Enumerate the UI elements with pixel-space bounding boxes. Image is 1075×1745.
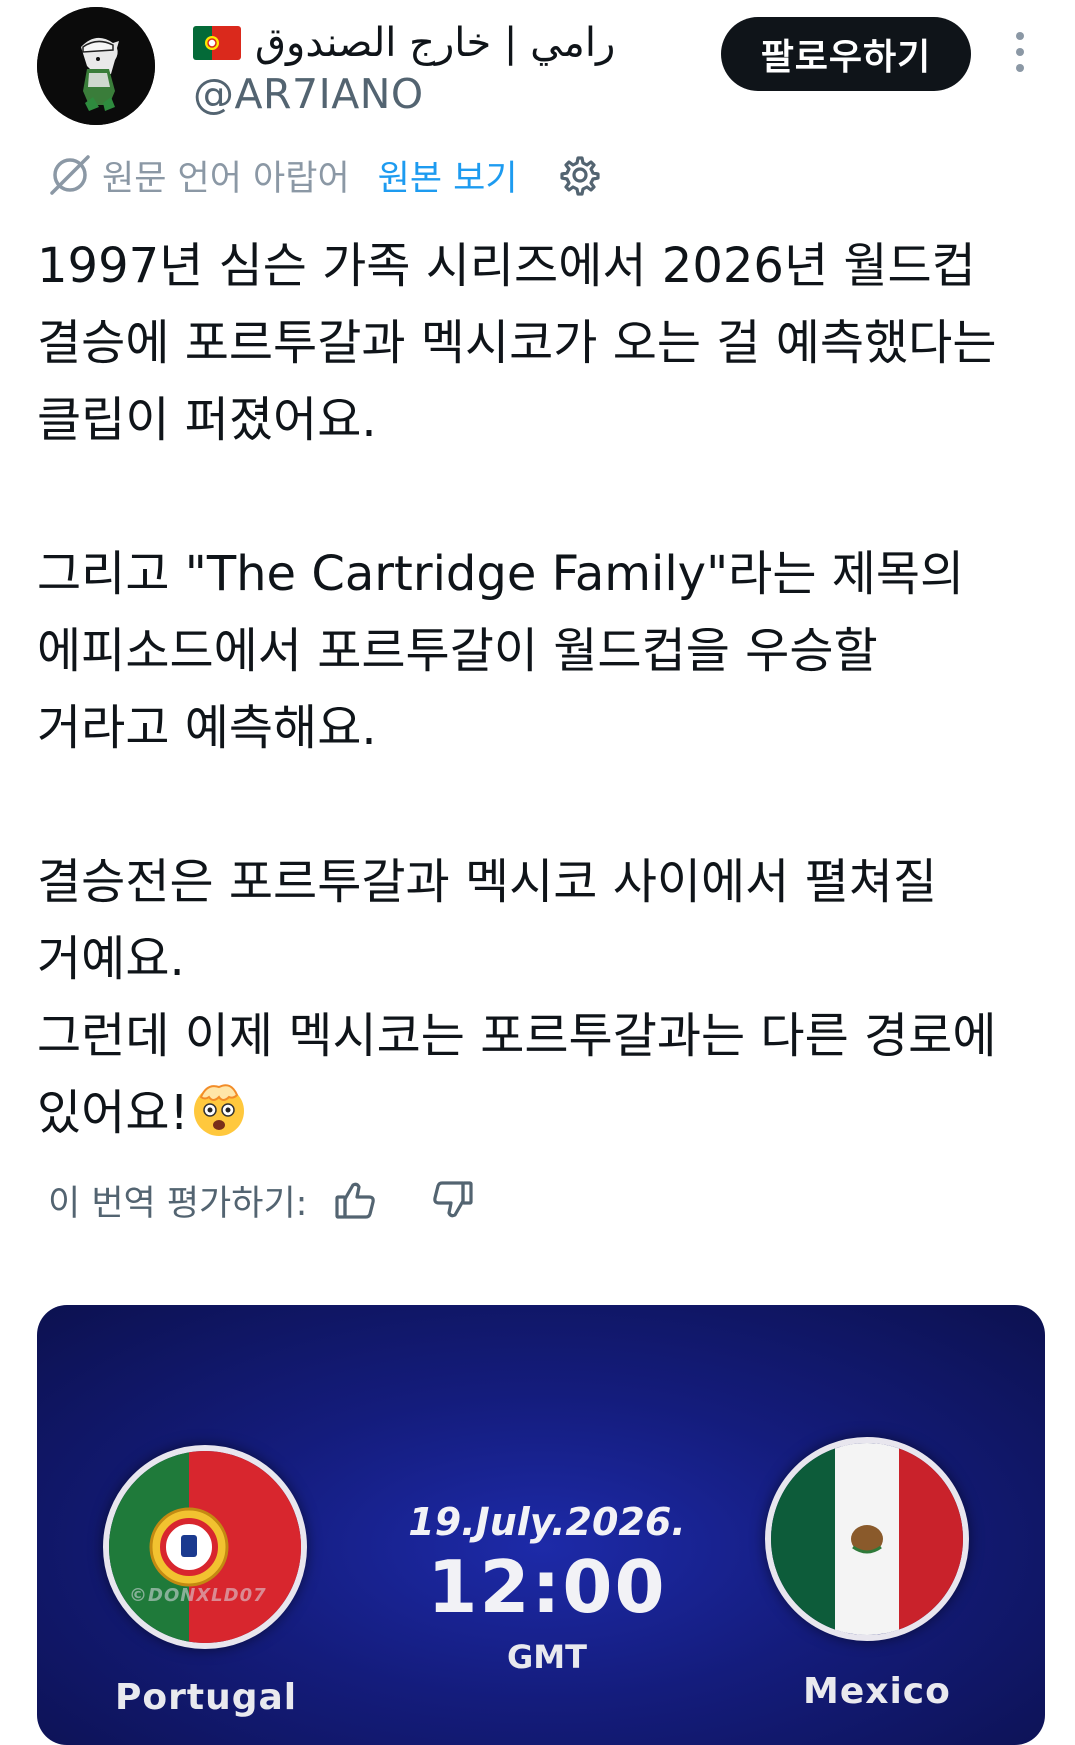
match-time: 12:00: [427, 1545, 667, 1629]
author-name-text: رامي | خارج الصندوق: [255, 20, 616, 66]
tweet-paragraph-1: 1997년 심슨 가족 시리즈에서 2026년 월드컵 결승에 포르투갈과 멕시…: [37, 238, 997, 448]
match-date: 19.July.2026.: [408, 1500, 686, 1544]
watermark-text: ©DONXLD07: [129, 1585, 267, 1606]
team-right-label: Mexico: [803, 1671, 951, 1712]
tweet-paragraph-3-text: 결승전은 포르투갈과 멕시코 사이에서 펼쳐질 거예요. 그런데 이제 멕시코는…: [37, 854, 997, 1141]
portugal-flag-icon: [193, 26, 241, 60]
gear-icon[interactable]: [558, 153, 602, 197]
thumbs-down-icon[interactable]: [429, 1177, 475, 1223]
tweet-body: 1997년 심슨 가족 시리즈에서 2026년 월드컵 결승에 포르투갈과 멕시…: [37, 228, 1037, 1152]
thumbs-up-icon[interactable]: [333, 1177, 379, 1223]
tweet-paragraph-3: 결승전은 포르투갈과 멕시코 사이에서 펼쳐질 거예요. 그런데 이제 멕시코는…: [37, 844, 1037, 1152]
shocked-face-emoji-icon: [189, 1079, 249, 1139]
source-language-note: 원문 언어 아랍어: [102, 158, 350, 199]
follow-button[interactable]: 팔로우하기: [721, 17, 971, 91]
match-timezone: GMT: [507, 1638, 587, 1676]
team-left-label: Portugal: [115, 1677, 298, 1718]
author-handle[interactable]: @AR7IANO: [193, 70, 424, 118]
portugal-flag-icon: [103, 1445, 307, 1649]
show-original-link[interactable]: 원본 보기: [378, 150, 518, 201]
more-options-icon[interactable]: [1008, 30, 1032, 74]
translate-globe-icon: [48, 153, 92, 197]
mexico-flag-icon: [765, 1437, 969, 1641]
avatar[interactable]: [37, 7, 155, 125]
translation-bar: 원문 언어 아랍어 원본 보기: [48, 148, 602, 202]
tweet-paragraph-2: 그리고 "The Cartridge Family"라는 제목의 에피소드에서 …: [37, 546, 965, 756]
rate-translation-label: 이 번역 평가하기:: [48, 1183, 308, 1224]
author-display-name[interactable]: رامي | خارج الصندوق: [193, 14, 615, 72]
media-image[interactable]: ©DONXLD07 19.July.2026. 12:00 GMT Portug…: [37, 1305, 1045, 1745]
rate-translation-bar: 이 번역 평가하기:: [48, 1170, 475, 1230]
